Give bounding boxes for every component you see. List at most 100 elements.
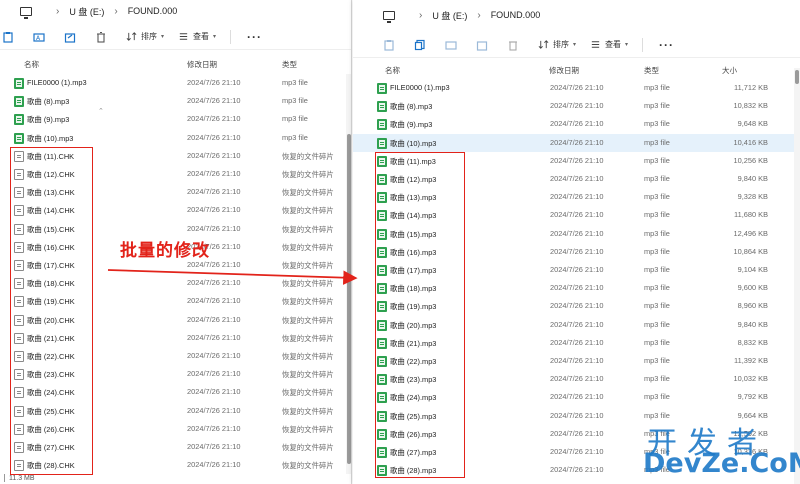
file-type: mp3 file <box>644 465 670 475</box>
address-bar[interactable]: › U 盘 (E:) › FOUND.000 <box>0 0 351 26</box>
file-name: 歌曲 (27).mp3 <box>390 448 437 457</box>
column-date[interactable]: 修改日期 <box>549 65 579 76</box>
delete-icon[interactable] <box>95 31 107 43</box>
column-date[interactable]: 修改日期 <box>187 59 217 70</box>
share-icon[interactable] <box>476 39 488 51</box>
file-row[interactable]: 歌曲 (12).CHK 2024/7/26 21:10 恢复的文件碎片 <box>0 165 351 183</box>
file-size: 9,840 KB <box>737 174 768 183</box>
column-type[interactable]: 类型 <box>644 65 659 76</box>
scrollbar[interactable] <box>794 68 800 484</box>
delete-icon[interactable] <box>507 39 519 51</box>
file-row[interactable]: 歌曲 (11).CHK 2024/7/26 21:10 恢复的文件碎片 <box>0 147 351 165</box>
more-options-button[interactable]: ··· <box>659 38 674 52</box>
file-row[interactable]: 歌曲 (28).mp3 2024/7/26 21:10 mp3 file <box>353 461 800 479</box>
rename-icon[interactable] <box>445 39 457 51</box>
file-row[interactable]: 歌曲 (27).mp3 2024/7/26 21:10 mp3 file 10,336… <box>353 443 800 461</box>
more-options-button[interactable]: ··· <box>247 30 262 44</box>
file-type: mp3 file <box>282 132 308 142</box>
scrollbar-thumb[interactable] <box>795 70 799 84</box>
column-type[interactable]: 类型 <box>282 59 297 70</box>
file-date: 2024/7/26 21:10 <box>550 119 604 129</box>
file-row[interactable]: 歌曲 (22).mp3 2024/7/26 21:10 mp3 file 11,392… <box>353 352 800 370</box>
file-row[interactable]: 歌曲 (13).mp3 2024/7/26 21:10 mp3 file 9,328 … <box>353 188 800 206</box>
computer-icon[interactable] <box>20 6 32 19</box>
mp3-file-icon <box>377 410 387 422</box>
file-row[interactable]: 歌曲 (20).CHK 2024/7/26 21:10 恢复的文件碎片 <box>0 311 351 329</box>
address-bar[interactable]: › U 盘 (E:) › FOUND.000 <box>353 0 800 30</box>
breadcrumb-drive[interactable]: U 盘 (E:) <box>432 9 467 22</box>
file-name: 歌曲 (28).mp3 <box>390 466 437 476</box>
file-name: FILE0000 (1).mp3 <box>27 78 87 87</box>
file-date: 2024/7/26 21:10 <box>187 223 241 233</box>
file-date: 2024/7/26 21:10 <box>550 174 604 183</box>
file-row[interactable]: 歌曲 (11).mp3 2024/7/26 21:10 mp3 file 10,256… <box>353 152 800 170</box>
computer-icon[interactable] <box>383 10 395 23</box>
file-row[interactable]: 歌曲 (14).mp3 2024/7/26 21:10 mp3 file 11,680… <box>353 206 800 224</box>
file-row[interactable]: 歌曲 (21).CHK 2024/7/26 21:10 恢复的文件碎片 <box>0 329 351 347</box>
sort-button[interactable]: 排序 ▾ <box>126 31 164 42</box>
rename-icon[interactable]: A <box>33 31 45 43</box>
file-row[interactable]: 歌曲 (28).CHK 2024/7/26 21:10 恢复的文件碎片 <box>0 456 351 474</box>
file-row[interactable]: 歌曲 (9).mp3 2024/7/26 21:10 mp3 file 9,648 K… <box>353 115 800 133</box>
file-row[interactable]: 歌曲 (19).mp3 2024/7/26 21:10 mp3 file 8,960 … <box>353 297 800 315</box>
file-row[interactable]: 歌曲 (21).mp3 2024/7/26 21:10 mp3 file 8,832 … <box>353 334 800 352</box>
file-row[interactable]: 歌曲 (8).mp3 2024/7/26 21:10 mp3 file 10,832 … <box>353 97 800 115</box>
file-type: 恢复的文件碎片 <box>282 315 334 325</box>
breadcrumb-folder[interactable]: FOUND.000 <box>128 6 178 16</box>
copy-icon[interactable] <box>414 39 426 51</box>
file-row[interactable]: 歌曲 (27).CHK 2024/7/26 21:10 恢复的文件碎片 <box>0 438 351 456</box>
file-name: 歌曲 (22).mp3 <box>390 357 437 366</box>
file-row[interactable]: 歌曲 (13).CHK 2024/7/26 21:10 恢复的文件碎片 <box>0 183 351 201</box>
column-name[interactable]: 名称 <box>385 65 400 76</box>
breadcrumb-drive[interactable]: U 盘 (E:) <box>69 5 104 18</box>
mp3-file-icon <box>377 465 387 477</box>
share-icon[interactable] <box>64 31 76 43</box>
file-type: mp3 file <box>644 192 670 202</box>
file-row[interactable]: 歌曲 (23).CHK 2024/7/26 21:10 恢复的文件碎片 <box>0 365 351 383</box>
file-row[interactable]: 歌曲 (12).mp3 2024/7/26 21:10 mp3 file 9,840 … <box>353 170 800 188</box>
sort-button[interactable]: 排序 ▾ <box>538 39 576 50</box>
file-row[interactable]: 歌曲 (15).mp3 2024/7/26 21:10 mp3 file 12,496… <box>353 225 800 243</box>
chk-file-icon <box>14 387 24 399</box>
chk-file-icon <box>14 205 24 217</box>
breadcrumb-folder[interactable]: FOUND.000 <box>491 10 541 20</box>
file-row[interactable]: 歌曲 (17).mp3 2024/7/26 21:10 mp3 file 9,104 … <box>353 261 800 279</box>
file-row[interactable]: 歌曲 (10).mp3 2024/7/26 21:10 mp3 file 10,416… <box>353 133 800 152</box>
file-row[interactable]: 歌曲 (25).mp3 2024/7/26 21:10 mp3 file 9,664 … <box>353 407 800 425</box>
file-type: 恢复的文件碎片 <box>282 297 334 307</box>
chevron-right-icon: › <box>56 5 60 17</box>
column-size[interactable]: 大小 <box>722 65 737 76</box>
file-row[interactable]: 歌曲 (25).CHK 2024/7/26 21:10 恢复的文件碎片 <box>0 402 351 420</box>
file-row[interactable]: 歌曲 (26).mp3 2024/7/26 21:10 mp3 file 12,592… <box>353 425 800 443</box>
column-name[interactable]: 名称 <box>24 59 39 70</box>
scrollbar-thumb[interactable] <box>347 134 351 464</box>
paste-icon[interactable] <box>2 31 14 43</box>
file-row[interactable]: 歌曲 (26).CHK 2024/7/26 21:10 恢复的文件碎片 <box>0 420 351 438</box>
file-row[interactable]: 歌曲 (19).CHK 2024/7/26 21:10 恢复的文件碎片 <box>0 292 351 310</box>
file-row[interactable]: 歌曲 (23).mp3 2024/7/26 21:10 mp3 file 10,032… <box>353 370 800 388</box>
file-row[interactable]: 歌曲 (22).CHK 2024/7/26 21:10 恢复的文件碎片 <box>0 347 351 365</box>
file-date: 2024/7/26 21:10 <box>187 205 241 215</box>
file-row[interactable]: 歌曲 (24).CHK 2024/7/26 21:10 恢复的文件碎片 <box>0 383 351 401</box>
file-size: 10,864 KB <box>733 246 768 256</box>
file-row[interactable]: 歌曲 (9).mp3 2024/7/26 21:10 mp3 file <box>0 110 351 128</box>
chevron-down-icon: ▾ <box>161 34 165 40</box>
scrollbar[interactable] <box>346 74 351 474</box>
paste-icon[interactable] <box>383 39 395 51</box>
file-row[interactable]: 歌曲 (16).mp3 2024/7/26 21:10 mp3 file 10,864… <box>353 243 800 261</box>
file-row[interactable]: 歌曲 (18).CHK 2024/7/26 21:10 恢复的文件碎片 <box>0 274 351 292</box>
chevron-right-icon: › <box>477 9 481 21</box>
file-type: mp3 file <box>644 392 670 402</box>
view-button[interactable]: 查看 ▾ <box>590 39 628 50</box>
file-row[interactable]: 歌曲 (14).CHK 2024/7/26 21:10 恢复的文件碎片 <box>0 201 351 219</box>
file-row[interactable]: 歌曲 (24).mp3 2024/7/26 21:10 mp3 file 9,792 … <box>353 388 800 406</box>
file-row[interactable]: FILE0000 (1).mp3 2024/7/26 21:10 mp3 file <box>0 74 351 92</box>
file-row[interactable]: FILE0000 (1).mp3 2024/7/26 21:10 mp3 file 1… <box>353 79 800 97</box>
file-row[interactable]: 歌曲 (8).mp3 2024/7/26 21:10 mp3 file <box>0 92 351 110</box>
file-row[interactable]: 歌曲 (10).mp3 2024/7/26 21:10 mp3 file <box>0 129 351 147</box>
file-row[interactable]: 歌曲 (20).mp3 2024/7/26 21:10 mp3 file 9,840 … <box>353 316 800 334</box>
file-row[interactable]: 歌曲 (18).mp3 2024/7/26 21:10 mp3 file 9,600 … <box>353 279 800 297</box>
file-name: 歌曲 (22).CHK <box>27 352 75 361</box>
view-button[interactable]: 查看 ▾ <box>178 31 216 42</box>
file-date: 2024/7/26 21:10 <box>550 228 604 238</box>
